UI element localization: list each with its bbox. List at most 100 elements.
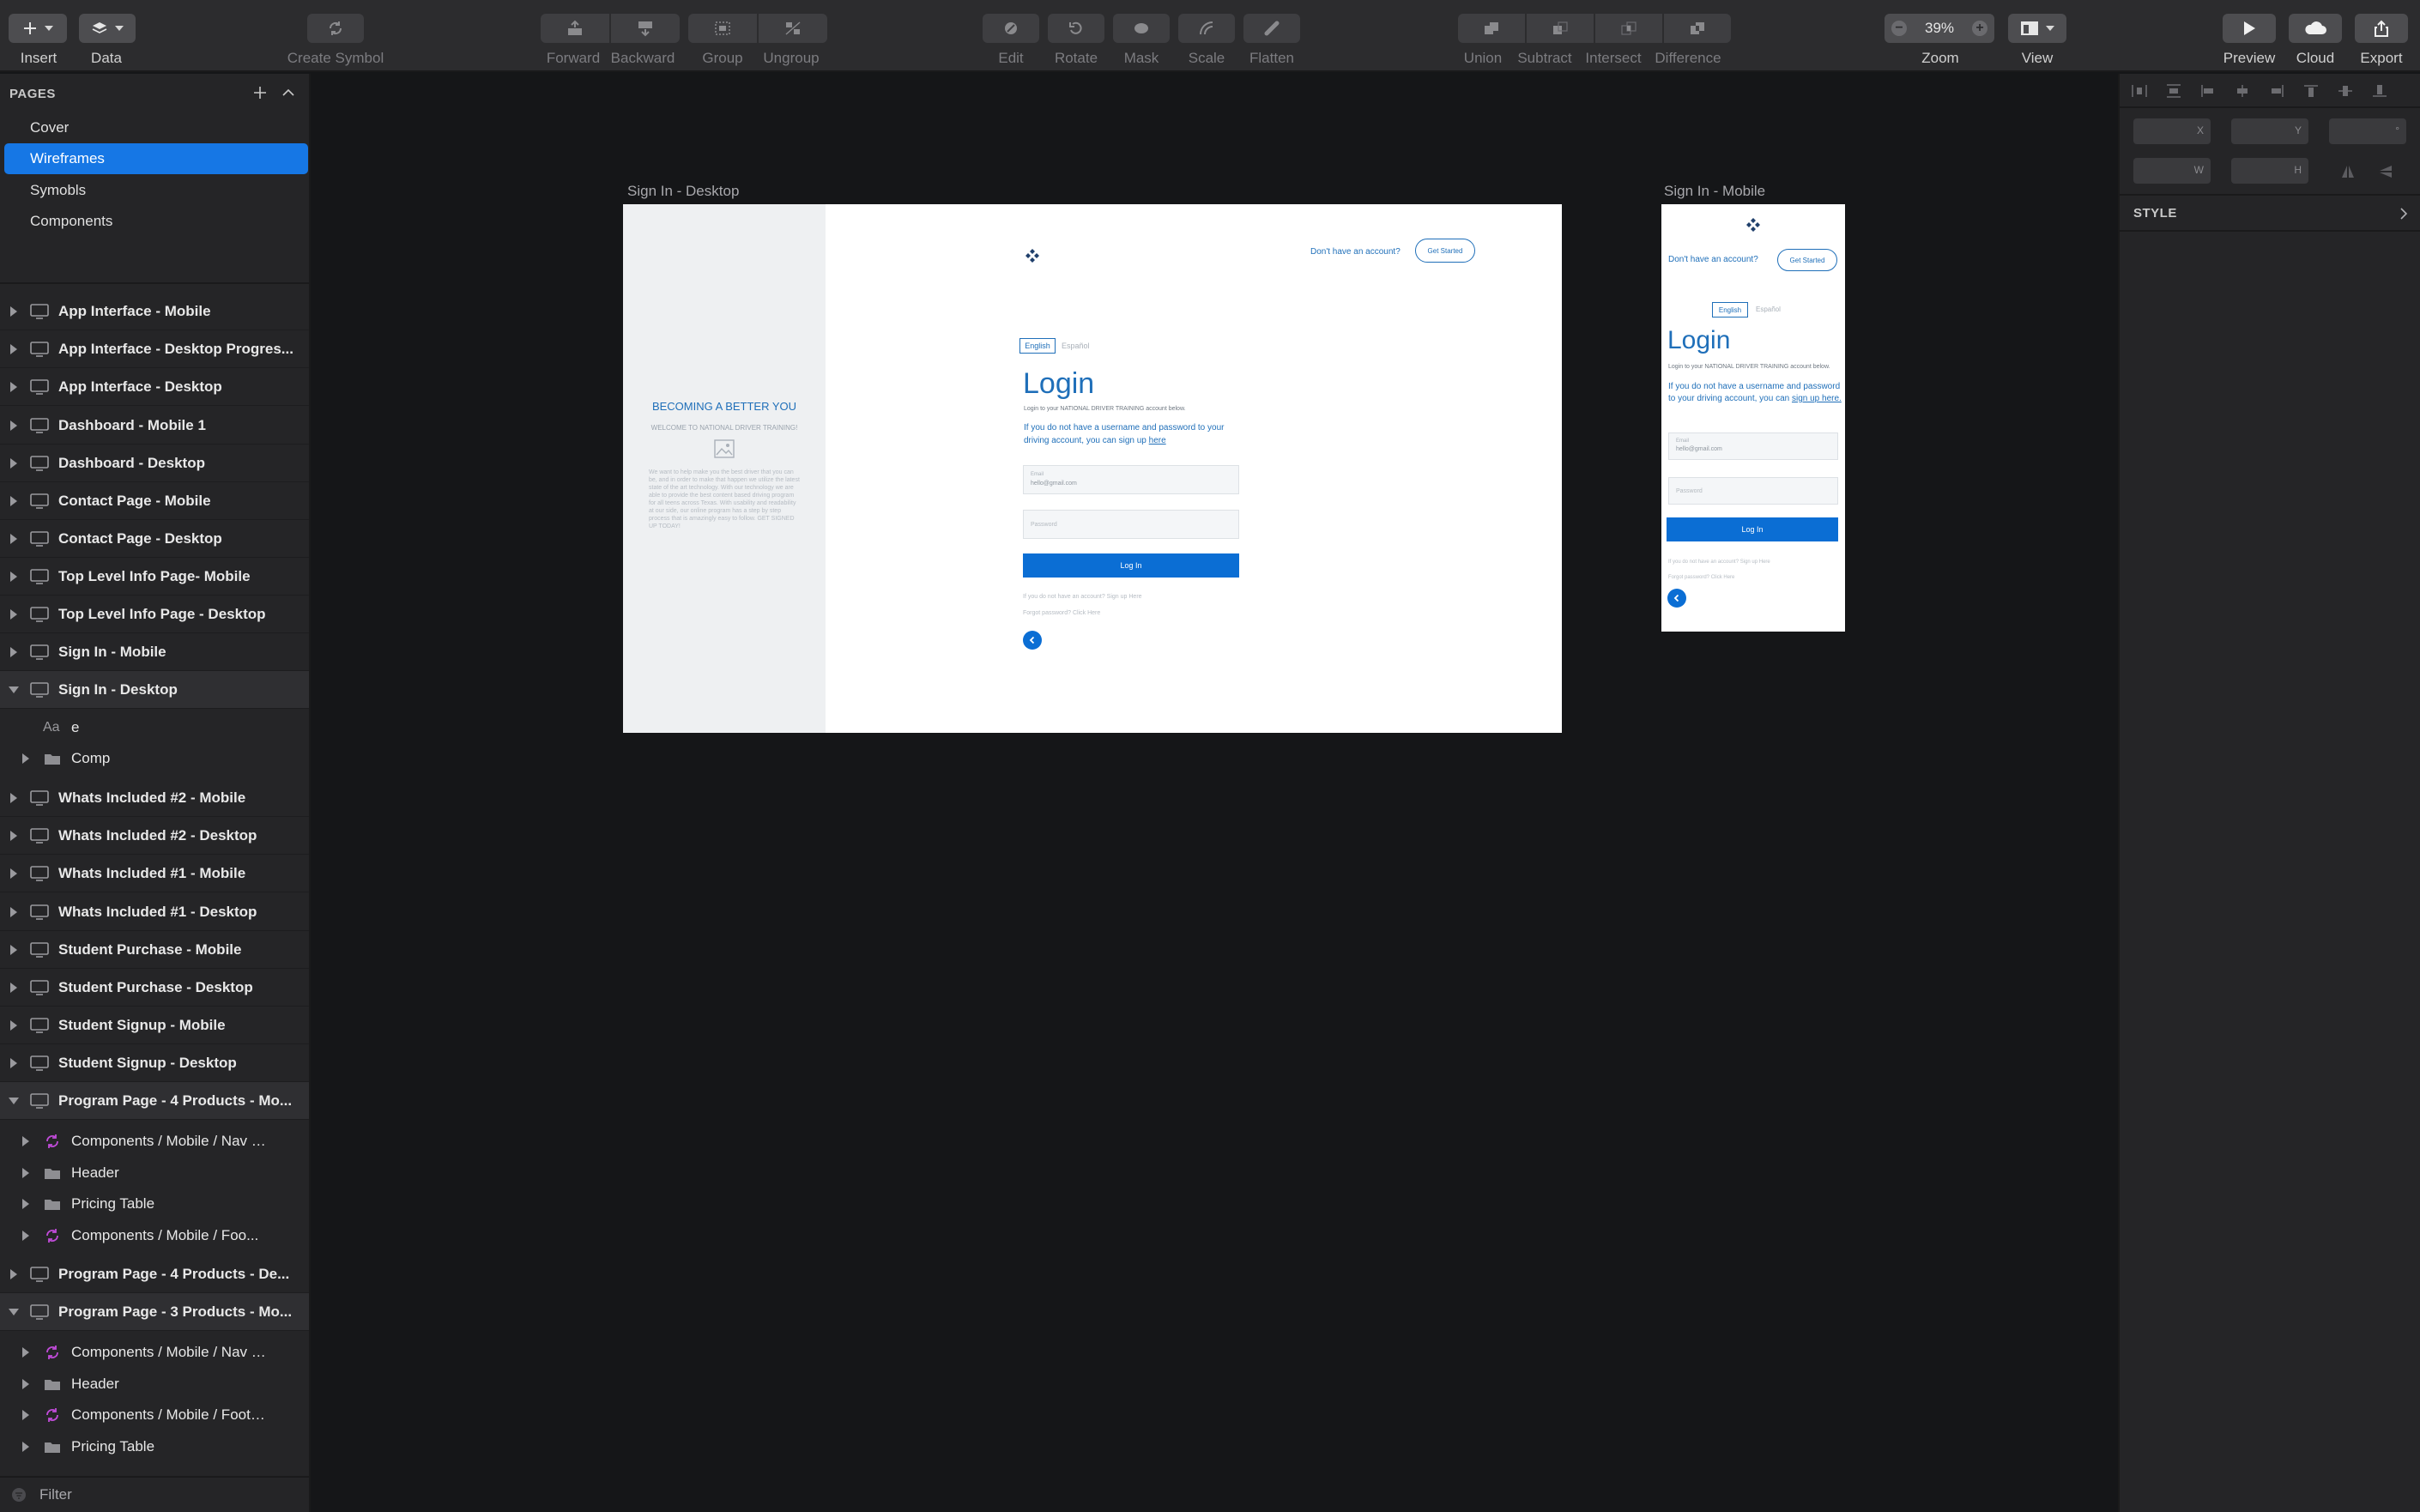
disclosure-triangle-icon[interactable] (10, 868, 17, 879)
disclosure-triangle-icon[interactable] (10, 982, 17, 993)
layer-artboard[interactable]: Whats Included #2 - Desktop (0, 817, 309, 855)
forgot-password-link[interactable]: Forgot password? Click Here (1668, 575, 1734, 580)
export-button[interactable] (2355, 14, 2408, 43)
page-item-wireframes[interactable]: Wireframes (4, 143, 308, 174)
disclosure-triangle-icon[interactable] (22, 1347, 29, 1358)
artboard-title-desktop[interactable]: Sign In - Desktop (627, 183, 739, 200)
artboard-title-mobile[interactable]: Sign In - Mobile (1664, 183, 1765, 200)
view-button[interactable] (2008, 14, 2066, 43)
zoom-in-icon[interactable]: + (1972, 21, 1987, 36)
height-field[interactable]: H (2231, 158, 2308, 184)
email-field[interactable]: Email hello@gmail.com (1023, 465, 1239, 494)
disclosure-triangle-icon[interactable] (10, 1268, 17, 1279)
disclosure-triangle-icon[interactable] (10, 533, 17, 544)
disclosure-triangle-icon[interactable] (22, 1136, 29, 1146)
filter-bar[interactable]: Filter (0, 1476, 309, 1512)
page-item-cover[interactable]: Cover (4, 112, 308, 143)
disclosure-triangle-icon[interactable] (10, 381, 17, 392)
layer-artboard[interactable]: App Interface - Mobile (0, 293, 309, 330)
flip-horizontal-icon[interactable] (2339, 163, 2356, 180)
language-english-tab[interactable]: English (1019, 338, 1056, 354)
backward-button[interactable] (611, 14, 680, 43)
password-field[interactable]: Password (1668, 477, 1838, 505)
disclosure-triangle-icon[interactable] (22, 1410, 29, 1420)
insert-button[interactable] (9, 14, 67, 43)
zoom-out-icon[interactable]: − (1891, 21, 1907, 36)
disclosure-triangle-icon[interactable] (22, 1231, 29, 1241)
flip-vertical-icon[interactable] (2377, 163, 2394, 180)
layer-artboard[interactable]: Program Page - 4 Products - De... (0, 1255, 309, 1293)
group-button[interactable] (688, 14, 757, 43)
disclosure-triangle-icon[interactable] (10, 495, 17, 506)
page-item-symbols[interactable]: Symobls (4, 175, 308, 206)
intersect-button[interactable] (1595, 14, 1662, 43)
artboard-sign-in-mobile[interactable]: Don't have an account? Get Started Engli… (1661, 204, 1845, 632)
layer-artboard[interactable]: Contact Page - Desktop (0, 520, 309, 558)
forward-button[interactable] (541, 14, 609, 43)
password-field[interactable]: Password (1023, 510, 1239, 539)
align-right-icon[interactable] (2269, 84, 2284, 98)
ungroup-button[interactable] (759, 14, 827, 43)
align-top-icon[interactable] (2303, 84, 2319, 98)
disclosure-triangle-icon[interactable] (22, 1442, 29, 1452)
y-position-field[interactable]: Y (2231, 118, 2308, 144)
layer-artboard[interactable]: Student Purchase - Desktop (0, 969, 309, 1007)
disclosure-triangle-icon[interactable] (9, 1308, 19, 1315)
email-field[interactable]: Email hello@gmail.com (1668, 432, 1838, 460)
disclosure-triangle-icon[interactable] (10, 906, 17, 917)
layer-symbol[interactable]: Components / Mobile / Foo... (0, 1217, 309, 1255)
layer-group[interactable]: Pricing Table (0, 1428, 309, 1466)
artboard-sign-in-desktop[interactable]: BECOMING A BETTER YOU WELCOME TO NATIONA… (623, 204, 1562, 733)
signup-hint[interactable]: If you do not have an account? Sign up H… (1023, 594, 1142, 600)
get-started-button[interactable]: Get Started (1415, 239, 1475, 263)
disclosure-triangle-icon[interactable] (10, 305, 17, 317)
log-in-button[interactable]: Log In (1023, 553, 1239, 578)
data-button[interactable] (79, 14, 136, 43)
distribute-vertical-icon[interactable] (2166, 84, 2181, 98)
signup-here-link[interactable]: sign up here. (1792, 394, 1842, 403)
align-vertical-center-icon[interactable] (2338, 84, 2353, 98)
align-left-icon[interactable] (2200, 84, 2216, 98)
layer-artboard-expanded[interactable]: Sign In - Desktop (0, 671, 309, 709)
disclosure-triangle-icon[interactable] (10, 420, 17, 431)
align-bottom-icon[interactable] (2372, 84, 2387, 98)
preview-button[interactable] (2223, 14, 2276, 43)
layer-artboard[interactable]: Dashboard - Mobile 1 (0, 407, 309, 445)
signup-hint[interactable]: If you do not have an account? Sign up H… (1668, 559, 1770, 565)
layer-artboard[interactable]: Top Level Info Page - Desktop (0, 596, 309, 633)
rotate-button[interactable] (1048, 14, 1104, 43)
layer-artboard[interactable]: Sign In - Mobile (0, 633, 309, 671)
layer-artboard[interactable]: Student Signup - Mobile (0, 1007, 309, 1044)
layer-artboard[interactable]: App Interface - Desktop Progres... (0, 330, 309, 368)
disclosure-triangle-icon[interactable] (22, 1379, 29, 1389)
language-spanish-tab[interactable]: Español (1062, 342, 1090, 350)
layer-artboard[interactable]: Whats Included #2 - Mobile (0, 779, 309, 817)
subtract-button[interactable] (1527, 14, 1594, 43)
union-button[interactable] (1458, 14, 1525, 43)
back-button[interactable] (1667, 589, 1686, 608)
disclosure-triangle-icon[interactable] (10, 571, 17, 582)
layer-artboard[interactable]: Whats Included #1 - Mobile (0, 855, 309, 892)
layer-artboard[interactable]: Dashboard - Desktop (0, 445, 309, 482)
language-spanish-tab[interactable]: Español (1756, 305, 1781, 313)
create-symbol-button[interactable] (307, 14, 364, 43)
signup-here-link[interactable]: here (1149, 436, 1166, 445)
page-item-components[interactable]: Components (4, 206, 308, 237)
disclosure-triangle-icon[interactable] (9, 686, 19, 693)
scale-button[interactable] (1178, 14, 1235, 43)
x-position-field[interactable]: X (2133, 118, 2211, 144)
difference-button[interactable] (1664, 14, 1731, 43)
language-english-tab[interactable]: English (1712, 302, 1748, 318)
get-started-button[interactable]: Get Started (1777, 249, 1837, 271)
layer-group[interactable]: Comp (0, 740, 309, 777)
canvas[interactable]: Sign In - Desktop Sign In - Mobile BECOM… (312, 74, 2118, 1512)
layer-artboard[interactable]: Whats Included #1 - Desktop (0, 893, 309, 931)
disclosure-triangle-icon[interactable] (10, 792, 17, 803)
mask-button[interactable] (1113, 14, 1170, 43)
layer-artboard[interactable]: Top Level Info Page- Mobile (0, 558, 309, 596)
disclosure-triangle-icon[interactable] (10, 1019, 17, 1031)
log-in-button[interactable]: Log In (1667, 517, 1838, 541)
layer-artboard[interactable]: Contact Page - Mobile (0, 482, 309, 520)
zoom-control[interactable]: − 39% + (1885, 14, 1994, 43)
width-field[interactable]: W (2133, 158, 2211, 184)
